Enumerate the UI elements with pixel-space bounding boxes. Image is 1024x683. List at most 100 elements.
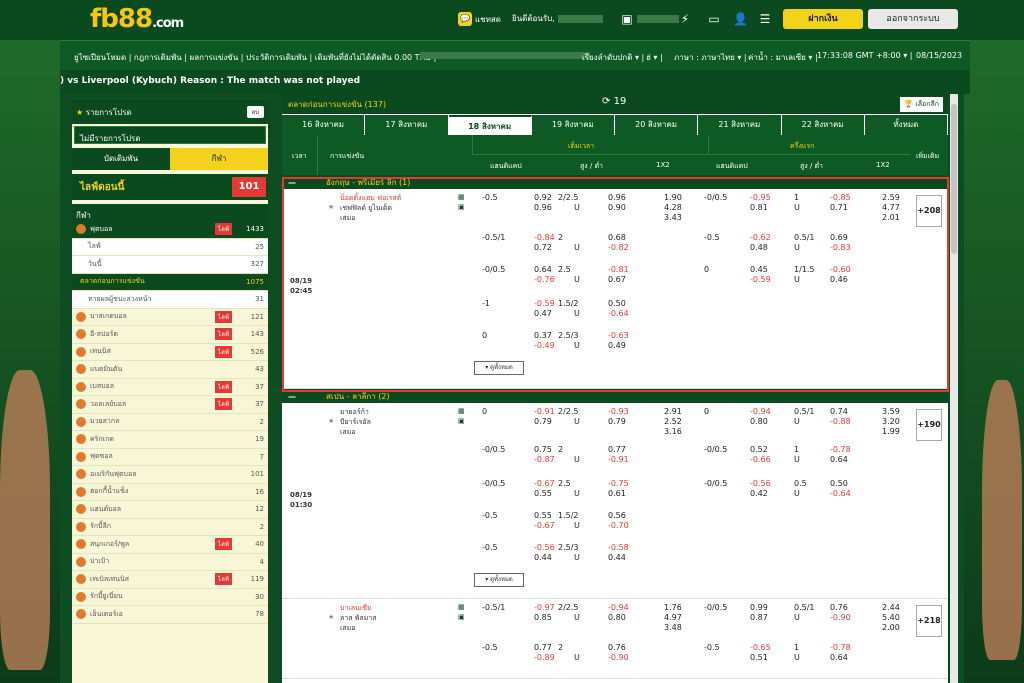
ht-hdp-odds[interactable]: -0.62: [750, 233, 771, 242]
favorite-star-icon[interactable]: ★: [328, 203, 334, 211]
more-markets-button[interactable]: +218: [916, 605, 942, 637]
ft-1x2-odds[interactable]: 3.43: [664, 213, 682, 222]
ft-hdp-odds[interactable]: 0.44: [534, 553, 552, 562]
stats-icon[interactable]: ▦: [458, 603, 465, 611]
field-icon[interactable]: ▣: [458, 613, 465, 621]
ft-ou-odds[interactable]: 0.96: [608, 193, 626, 202]
ht-ou-odds[interactable]: -0.78: [830, 643, 851, 652]
view-all-button[interactable]: ▾ ดูทั้งหมด: [474, 573, 524, 587]
ht-hdp-odds[interactable]: -0.66: [750, 455, 771, 464]
ft-ou-odds[interactable]: 0.68: [608, 233, 626, 242]
ft-hdp-odds[interactable]: 0.85: [534, 613, 552, 622]
sidebar-item[interactable]: อเมริกันฟุตบอล 101: [72, 466, 268, 484]
more-markets-button[interactable]: +208: [916, 195, 942, 227]
ft-ou-odds[interactable]: -0.82: [608, 243, 629, 252]
ft-hdp-odds[interactable]: -0.59: [534, 299, 555, 308]
ft-1x2-odds[interactable]: 3.48: [664, 623, 682, 632]
league-header[interactable]: — สเปน - ลาลีกา (2): [282, 389, 948, 403]
ft-ou-odds[interactable]: 0.56: [608, 511, 626, 520]
collapse-icon[interactable]: —: [288, 392, 296, 401]
favorite-star-icon[interactable]: ★: [328, 613, 334, 621]
ht-hdp-odds[interactable]: -0.94: [750, 407, 771, 416]
ft-ou-odds[interactable]: 0.50: [608, 299, 626, 308]
ft-1x2-odds[interactable]: 2.91: [664, 407, 682, 416]
sidebar-item[interactable]: ไลฟ์ 25: [72, 238, 268, 256]
logout-button[interactable]: ออกจากระบบ: [868, 9, 958, 29]
ht-1x2-odds[interactable]: 1.99: [882, 427, 900, 436]
odds-type-select[interactable]: ค่าน้ำ : มาเลเซีย ▾ |: [748, 51, 818, 64]
date-tab[interactable]: 17 สิงหาคม: [365, 115, 449, 135]
sidebar-item[interactable]: อี-สปอร์ต ไลฟ์ 143: [72, 326, 268, 344]
sidebar-item[interactable]: ปาเป้า 4: [72, 554, 268, 571]
ht-ou-odds[interactable]: 0.64: [830, 455, 848, 464]
ht-1x2-odds[interactable]: 3.59: [882, 407, 900, 416]
favorite-star-icon[interactable]: ★: [328, 417, 334, 425]
ft-ou-odds[interactable]: 0.61: [608, 489, 626, 498]
ht-1x2-odds[interactable]: 2.01: [882, 213, 900, 222]
sidebar-item[interactable]: มวยสากล 2: [72, 414, 268, 431]
sidebar-item[interactable]: เอ็นเตอร์เอ 78: [72, 606, 268, 624]
ht-1x2-odds[interactable]: 4.77: [882, 203, 900, 212]
ht-ou-odds[interactable]: -0.78: [830, 445, 851, 454]
ft-ou-odds[interactable]: -0.93: [608, 407, 629, 416]
field-icon[interactable]: ▣: [458, 203, 465, 211]
ft-hdp-odds[interactable]: -0.87: [534, 455, 555, 464]
ft-1x2-odds[interactable]: 3.16: [664, 427, 682, 436]
ht-hdp-odds[interactable]: -0.95: [750, 193, 771, 202]
tab-bet-slip[interactable]: บัดเดิมพัน: [72, 148, 170, 170]
ft-ou-odds[interactable]: -0.75: [608, 479, 629, 488]
account-button[interactable]: 👤: [733, 12, 748, 26]
ht-ou-odds[interactable]: 0.64: [830, 653, 848, 662]
ht-ou-odds[interactable]: -0.85: [830, 193, 851, 202]
ft-ou-odds[interactable]: -0.81: [608, 265, 629, 274]
ht-ou-odds[interactable]: -0.64: [830, 489, 851, 498]
ft-hdp-odds[interactable]: 0.79: [534, 417, 552, 426]
ft-hdp-odds[interactable]: 0.92: [534, 193, 552, 202]
ht-ou-odds[interactable]: 0.74: [830, 407, 848, 416]
ft-hdp-odds[interactable]: -0.76: [534, 275, 555, 284]
sidebar-item[interactable]: วอลเลย์บอล ไลฟ์ 37: [72, 396, 268, 414]
ft-hdp-odds[interactable]: -0.84: [534, 233, 555, 242]
odds-select[interactable]: ฮ่ ▾ |: [646, 51, 663, 64]
ft-1x2-odds[interactable]: 1.76: [664, 603, 682, 612]
ht-hdp-odds[interactable]: 0.45: [750, 265, 768, 274]
date-tab[interactable]: 18 สิงหาคม: [448, 115, 532, 135]
ft-ou-odds[interactable]: 0.79: [608, 417, 626, 426]
ft-hdp-odds[interactable]: 0.37: [534, 331, 552, 340]
ft-hdp-odds[interactable]: -0.97: [534, 603, 555, 612]
ft-hdp-odds[interactable]: 0.55: [534, 511, 552, 520]
ft-hdp-odds[interactable]: 0.64: [534, 265, 552, 274]
refresh-button[interactable]: ⟳ 19: [602, 96, 626, 107]
date-tab[interactable]: ทั้งหมด: [864, 115, 948, 135]
sidebar-item[interactable]: บาสเกตบอล ไลฟ์ 121: [72, 309, 268, 326]
ht-hdp-odds[interactable]: 0.52: [750, 445, 768, 454]
ht-hdp-odds[interactable]: 0.87: [750, 613, 768, 622]
sidebar-item[interactable]: เบสบอล ไลฟ์ 37: [72, 379, 268, 396]
ht-hdp-odds[interactable]: 0.51: [750, 653, 768, 662]
ht-hdp-odds[interactable]: 0.48: [750, 243, 768, 252]
nav-links[interactable]: ยูไซเปียนโหมด | กฎการเดิมพัน | ผลการแข่ง…: [74, 51, 436, 64]
ft-hdp-odds[interactable]: -0.56: [534, 543, 555, 552]
ht-hdp-odds[interactable]: 0.80: [750, 417, 768, 426]
ht-1x2-odds[interactable]: 2.59: [882, 193, 900, 202]
select-league-button[interactable]: 🏆 เลือกลีก: [899, 96, 944, 113]
ht-hdp-odds[interactable]: 0.81: [750, 203, 768, 212]
sidebar-item[interactable]: คริกเกต 19: [72, 431, 268, 449]
ht-hdp-odds[interactable]: -0.65: [750, 643, 771, 652]
ht-ou-odds[interactable]: 0.76: [830, 603, 848, 612]
ft-hdp-odds[interactable]: -0.49: [534, 341, 555, 350]
ft-1x2-odds[interactable]: 4.97: [664, 613, 682, 622]
sidebar-item[interactable]: วันนี้ 327: [72, 256, 268, 274]
field-icon[interactable]: ▣: [458, 417, 465, 425]
sidebar-item[interactable]: เทเบิลเทนนิส ไลฟ์ 119: [72, 571, 268, 589]
ht-1x2-odds[interactable]: 3.20: [882, 417, 900, 426]
sidebar-item[interactable]: เทนนิส ไลฟ์ 526: [72, 344, 268, 361]
scrollbar[interactable]: [950, 94, 958, 683]
ft-hdp-odds[interactable]: 0.72: [534, 243, 552, 252]
bet-list-button[interactable]: ☰: [758, 12, 772, 26]
ft-ou-odds[interactable]: 0.90: [608, 203, 626, 212]
ft-ou-odds[interactable]: 0.77: [608, 445, 626, 454]
ht-ou-odds[interactable]: -0.88: [830, 417, 851, 426]
chat-link[interactable]: 💬 แชทสด: [458, 12, 501, 26]
ft-ou-odds[interactable]: 0.67: [608, 275, 626, 284]
